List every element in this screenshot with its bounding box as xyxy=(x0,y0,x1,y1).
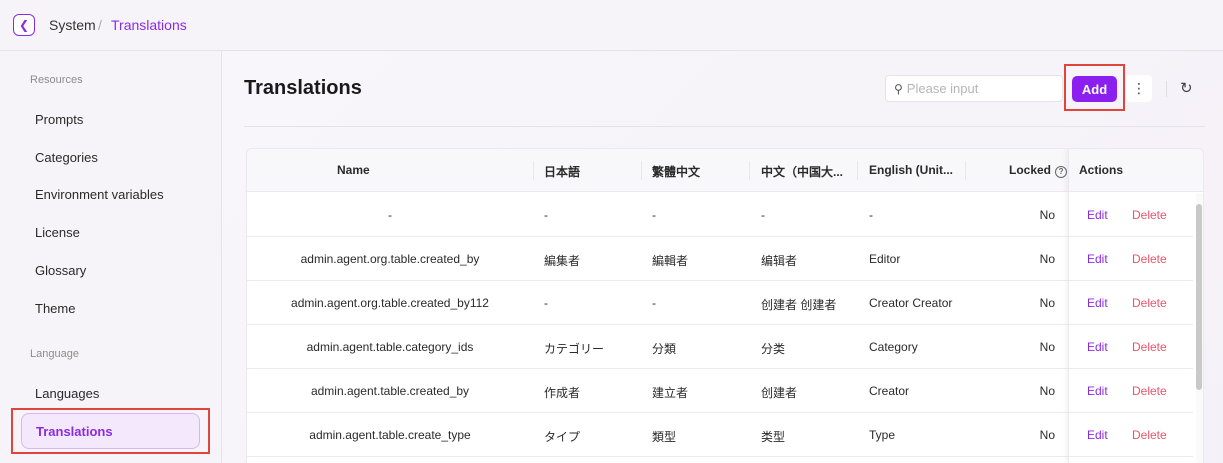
cell-ja: - xyxy=(544,208,548,222)
cell-zh-cn: - xyxy=(761,208,765,222)
cell-zh-tw: 分類 xyxy=(652,342,677,356)
cell-ja: 編集者 xyxy=(544,254,581,268)
cell-zh-cn: 创建者 xyxy=(761,386,798,400)
cell-en: Editor xyxy=(869,252,901,266)
sidebar-section-language: Language xyxy=(30,348,79,360)
cell-zh-cn: 类型 xyxy=(761,430,786,444)
column-header-locked[interactable]: Locked? xyxy=(1009,163,1068,178)
sidebar-item-environment-variables[interactable]: Environment variables xyxy=(35,187,164,202)
column-divider xyxy=(857,161,858,180)
cell-name: admin.agent.table.created_by xyxy=(310,384,470,398)
sidebar: Resources Prompts Categories Environment… xyxy=(0,51,222,463)
cell-zh-cn: 编辑者 xyxy=(761,254,798,268)
column-header-locked-label: Locked xyxy=(1009,163,1052,177)
more-vertical-icon: ⋮ xyxy=(1132,80,1146,96)
column-header-zh-tw[interactable]: 繁體中文 xyxy=(652,163,700,180)
column-divider xyxy=(965,161,966,180)
actions-column xyxy=(1068,149,1194,463)
cell-ja: 作成者 xyxy=(544,386,581,400)
more-options-button[interactable]: ⋮ xyxy=(1126,75,1152,102)
cell-en: Creator Creator xyxy=(869,296,953,310)
cell-ja: カテゴリー xyxy=(544,342,605,356)
sidebar-item-translations[interactable]: Translations xyxy=(21,413,200,449)
cell-name: admin.agent.org.table.created_by112 xyxy=(291,296,489,310)
column-header-ja[interactable]: 日本語 xyxy=(544,163,580,180)
sidebar-item-license[interactable]: License xyxy=(35,225,80,240)
cell-en: Category xyxy=(869,340,918,354)
translations-table: Name 日本語 繁體中文 中文（中国大... English (Unit...… xyxy=(246,148,1204,463)
back-button[interactable]: ❮ xyxy=(13,14,35,36)
cell-locked: No xyxy=(1039,340,1055,354)
cell-zh-tw: - xyxy=(652,296,656,310)
cell-en: - xyxy=(869,208,873,222)
table-row: admin.agent.org.table.created_by 編集者 編輯者 编辑… xyxy=(247,237,1193,281)
search-box[interactable]: ⚲ xyxy=(885,75,1063,102)
cell-ja: タイプ xyxy=(544,430,581,444)
sidebar-item-theme[interactable]: Theme xyxy=(35,301,75,316)
table-header: Name 日本語 繁體中文 中文（中国大... English (Unit...… xyxy=(247,149,1203,192)
column-divider xyxy=(749,161,750,180)
cell-zh-cn: 创建者 创建者 xyxy=(761,298,837,312)
column-divider xyxy=(533,161,534,180)
cell-zh-tw: 類型 xyxy=(652,430,677,444)
sidebar-section-resources: Resources xyxy=(30,74,83,86)
add-button[interactable]: Add xyxy=(1072,76,1117,102)
title-divider xyxy=(244,126,1205,127)
table-row: - - - - - No Edit Delete xyxy=(247,193,1193,237)
cell-zh-tw: - xyxy=(652,208,656,222)
cell-locked: No xyxy=(1039,252,1055,266)
search-input[interactable] xyxy=(906,81,1052,96)
cell-name: admin.agent.table.create_type xyxy=(309,428,471,442)
cell-name: - xyxy=(388,208,392,222)
sidebar-item-categories[interactable]: Categories xyxy=(35,150,98,165)
breadcrumb-separator: / xyxy=(98,17,102,33)
refresh-button[interactable]: ↻ xyxy=(1180,79,1193,97)
cell-ja: - xyxy=(544,296,548,310)
cell-locked: No xyxy=(1039,208,1055,222)
column-header-en[interactable]: English (Unit... xyxy=(869,163,953,177)
cell-en: Creator xyxy=(869,384,910,398)
sidebar-item-prompts[interactable]: Prompts xyxy=(35,112,83,127)
table-row: admin.agent.table.create_type タイプ 類型 类型 Type… xyxy=(247,413,1193,457)
cell-en: Type xyxy=(869,428,896,442)
cell-name: admin.agent.table.category_ids xyxy=(306,340,474,354)
cell-name: admin.agent.org.table.created_by xyxy=(300,252,480,266)
main-content: Translations ⚲ Add ⋮ ↻ Name 日本語 繁體中文 中文（… xyxy=(222,51,1223,463)
scrollbar-thumb[interactable] xyxy=(1196,204,1202,390)
page-title: Translations xyxy=(244,77,362,99)
help-circle-icon[interactable]: ? xyxy=(1055,166,1068,178)
column-divider xyxy=(641,161,642,180)
sidebar-item-languages[interactable]: Languages xyxy=(35,386,99,401)
column-header-zh-cn[interactable]: 中文（中国大... xyxy=(761,163,843,180)
sidebar-item-glossary[interactable]: Glossary xyxy=(35,263,86,278)
cell-locked: No xyxy=(1039,384,1055,398)
breadcrumb-current: Translations xyxy=(111,17,187,33)
table-row: admin.agent.table.created_by 作成者 建立者 创建者 Cre… xyxy=(247,369,1193,413)
cell-locked: No xyxy=(1039,296,1055,310)
breadcrumb-system[interactable]: System xyxy=(49,17,96,33)
cell-locked: No xyxy=(1039,428,1055,442)
column-header-name[interactable]: Name xyxy=(337,163,370,177)
toolbar-divider xyxy=(1166,81,1167,97)
table-row: admin.agent.org.table.created_by112 - - 创建者… xyxy=(247,281,1193,325)
chevron-left-icon: ❮ xyxy=(18,18,30,32)
table-row: admin.agent.table.category_ids カテゴリー 分類 分类 C… xyxy=(247,325,1193,369)
cell-zh-tw: 建立者 xyxy=(652,386,689,400)
refresh-icon: ↻ xyxy=(1180,80,1193,97)
cell-zh-tw: 編輯者 xyxy=(652,254,689,268)
search-icon: ⚲ xyxy=(894,81,903,96)
cell-zh-cn: 分类 xyxy=(761,342,786,356)
top-bar: ❮ System / Translations xyxy=(0,0,1223,51)
